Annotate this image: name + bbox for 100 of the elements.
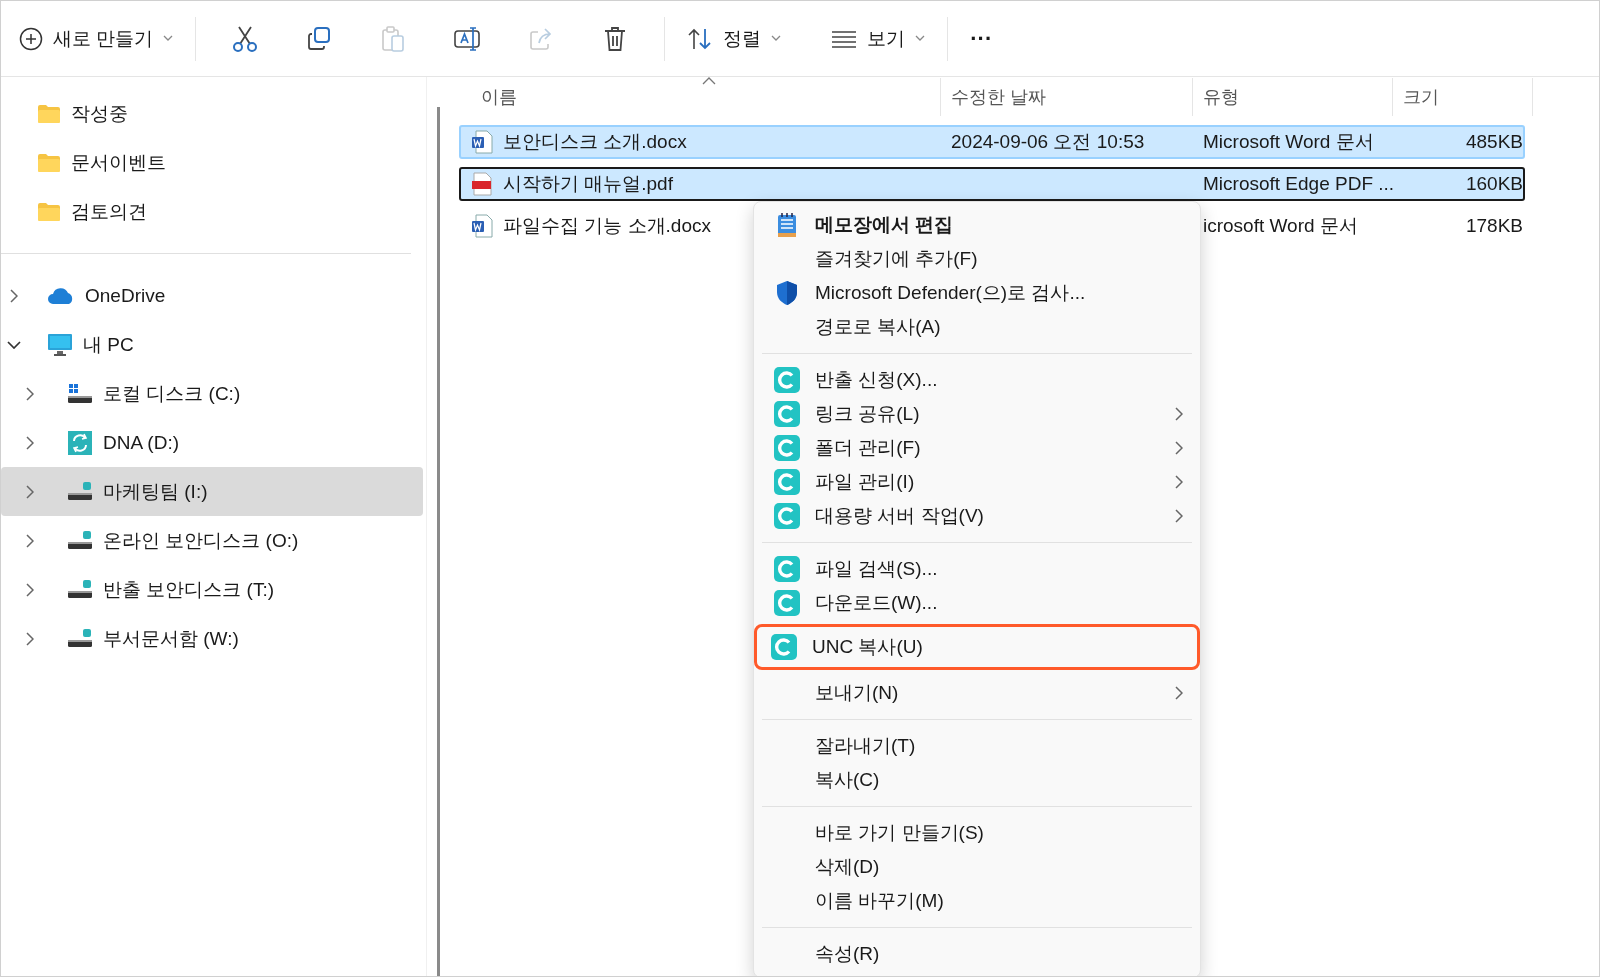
tree-item[interactable]: DNA (D:) <box>1 418 423 467</box>
chevron-right-icon <box>26 631 34 646</box>
menu-item[interactable]: 메모장에서 편집 <box>758 208 1196 242</box>
tree-label: 마케팅팀 (I:) <box>103 479 208 504</box>
chevron-right-icon <box>1175 441 1183 455</box>
chevron-right-icon <box>1175 686 1183 700</box>
menu-item[interactable]: 링크 공유(L) <box>758 397 1196 431</box>
chevron-right-icon <box>26 435 34 450</box>
menu-item[interactable]: 이름 바꾸기(M) <box>758 884 1196 918</box>
chevron-right-icon <box>10 288 18 303</box>
sort-button[interactable]: 정렬 <box>677 18 792 59</box>
more-button[interactable]: ··· <box>960 18 1003 59</box>
folder-label: 문서이벤트 <box>71 150 166 175</box>
monitor-icon <box>47 332 73 357</box>
chevron-right-icon <box>1175 509 1183 523</box>
menu-item[interactable]: 파일 관리(I) <box>758 465 1196 499</box>
scissors-icon <box>232 24 259 53</box>
app-icon <box>774 503 800 529</box>
chevron-right-icon <box>26 386 34 401</box>
menu-item[interactable]: 경로로 복사(A) <box>758 310 1196 344</box>
app-icon <box>774 556 800 582</box>
column-header[interactable]: 크기 <box>1393 78 1533 116</box>
tree-item[interactable]: 내 PC <box>1 320 423 369</box>
app-icon <box>774 435 800 461</box>
quick-access-item[interactable]: 작성중 <box>1 89 423 138</box>
tree-label: 온라인 보안디스크 (O:) <box>103 528 299 553</box>
column-header[interactable]: 유형 <box>1193 78 1393 116</box>
quick-access-item[interactable]: 검토의견 <box>1 187 423 236</box>
menu-item[interactable]: 복사(C) <box>758 763 1196 797</box>
menu-item[interactable]: 잘라내기(T) <box>758 729 1196 763</box>
app-icon <box>774 590 800 616</box>
tree-label: 로컬 디스크 (C:) <box>103 381 241 406</box>
quick-access-item[interactable]: 문서이벤트 <box>1 138 423 187</box>
app-icon <box>771 634 797 660</box>
menu-item[interactable]: 반출 신청(X)... <box>758 363 1196 397</box>
chevron-right-icon <box>26 484 34 499</box>
file-type: Microsoft Word 문서 <box>1203 130 1374 154</box>
menu-item[interactable]: 파일 검색(S)... <box>758 552 1196 586</box>
plus-circle-icon <box>19 26 43 51</box>
menu-item[interactable]: UNC 복사(U) <box>754 624 1200 670</box>
menu-item[interactable]: 다운로드(W)... <box>758 586 1196 620</box>
tree-item[interactable]: 반출 보안디스크 (T:) <box>1 565 423 614</box>
menu-item[interactable]: 속성(R) <box>758 937 1196 971</box>
app-icon <box>774 401 800 427</box>
list-view-icon <box>831 29 858 48</box>
view-button[interactable]: 보기 <box>821 18 936 59</box>
copy-icon <box>306 25 333 52</box>
sync-drive-icon <box>67 429 93 456</box>
file-size: 485KB <box>1464 131 1524 153</box>
column-header[interactable]: 이름 <box>455 78 941 116</box>
sort-up-icon <box>702 77 716 85</box>
file-row[interactable]: 시작하기 매뉴얼.pdf Microsoft Edge PDF ... 160KB <box>459 167 1525 201</box>
tree-label: 반출 보안디스크 (T:) <box>103 577 274 602</box>
app-icon <box>774 469 800 495</box>
notepad-icon <box>777 212 797 238</box>
menu-item[interactable]: 즐겨찾기에 추가(F) <box>758 242 1196 276</box>
menu-item[interactable]: 삭제(D) <box>758 850 1196 884</box>
drive-icon <box>67 382 93 405</box>
file-name: 파일수집 기능 소개.docx <box>503 214 711 238</box>
chevron-down-icon <box>7 340 21 349</box>
tree-item[interactable]: 로컬 디스크 (C:) <box>1 369 423 418</box>
sort-arrows-icon <box>687 27 714 50</box>
column-header[interactable]: 수정한 날짜 <box>941 78 1193 116</box>
chevron-right-icon <box>1175 475 1183 489</box>
file-type: icrosoft Word 문서 <box>1203 214 1358 238</box>
network-drive-icon <box>67 480 93 503</box>
network-drive-icon <box>67 578 93 601</box>
folder-icon <box>37 103 61 124</box>
rename-icon <box>453 24 482 53</box>
file-name: 시작하기 매뉴얼.pdf <box>503 172 673 196</box>
caret-icon <box>915 35 926 42</box>
file-type: Microsoft Edge PDF ... <box>1203 173 1395 195</box>
menu-item[interactable]: 대용량 서버 작업(V) <box>758 499 1196 533</box>
folder-label: 작성중 <box>71 101 128 126</box>
word-document-icon <box>471 130 493 154</box>
menu-item[interactable]: 바로 가기 만들기(S) <box>758 816 1196 850</box>
menu-item[interactable]: 폴더 관리(F) <box>758 431 1196 465</box>
tree-item[interactable]: 온라인 보안디스크 (O:) <box>1 516 423 565</box>
tree-item[interactable]: 부서문서함 (W:) <box>1 614 423 663</box>
pdf-document-icon <box>471 172 493 196</box>
file-size: 160KB <box>1464 173 1524 195</box>
tree-label: 부서문서함 (W:) <box>103 626 239 651</box>
folder-label: 검토의견 <box>71 199 147 224</box>
clipboard-icon <box>380 24 407 53</box>
shield-icon <box>776 280 798 306</box>
menu-item[interactable]: 보내기(N) <box>758 676 1196 710</box>
file-row[interactable]: 보안디스크 소개.docx 2024-09-06 오전 10:53 Microsoft Word 문서 485KB <box>459 125 1525 159</box>
tree-item[interactable]: OneDrive <box>1 271 423 320</box>
new-button[interactable]: 새로 만들기 <box>9 18 184 59</box>
modified-date: 2024-09-06 오전 10:53 <box>951 130 1145 154</box>
word-document-icon <box>471 214 493 238</box>
network-drive-icon <box>67 529 93 552</box>
file-size: 178KB <box>1464 215 1524 237</box>
chevron-right-icon <box>1175 407 1183 421</box>
menu-item[interactable]: Microsoft Defender(으)로 검사... <box>758 276 1196 310</box>
folder-icon <box>37 152 61 173</box>
tree-label: OneDrive <box>85 284 166 307</box>
trash-icon <box>603 24 628 53</box>
caret-icon <box>163 35 174 42</box>
tree-item[interactable]: 마케팅팀 (I:) <box>1 467 423 516</box>
